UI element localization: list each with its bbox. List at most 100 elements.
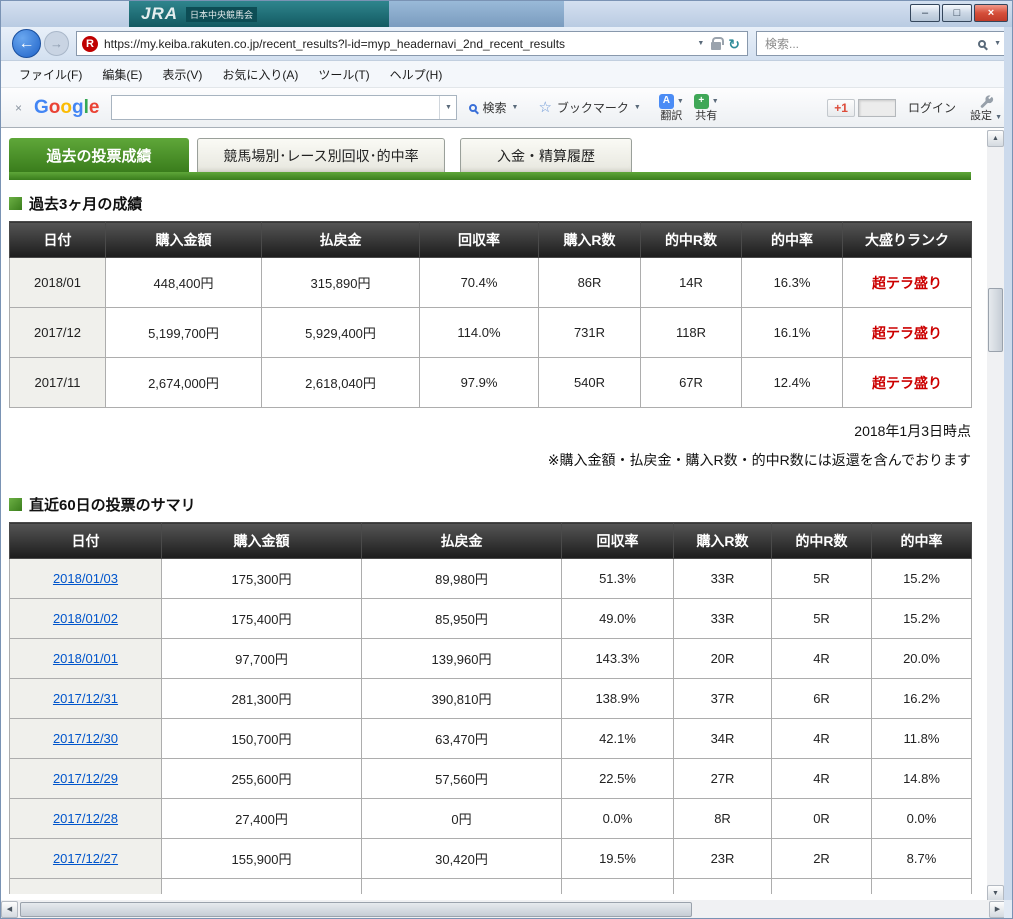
date-link[interactable]: 2017/12/31 [53,691,118,706]
date-link[interactable]: 2018/01/01 [53,651,118,666]
value-cell: 14R [640,257,742,308]
date-cell: 2017/12/31 [9,678,162,719]
search-dropdown-icon[interactable]: ▼ [994,40,1001,47]
rakuten-favicon: R [82,35,98,52]
menu-item-0[interactable]: ファイル(F) [19,66,82,83]
search-icon [469,103,478,112]
vertical-scrollbar-thumb[interactable] [988,288,1003,352]
plus-one-widget[interactable]: +1 [827,98,896,117]
value-cell: 42.1% [561,718,674,759]
value-cell: 27,400円 [161,798,362,839]
table-row: 2018/01 448,400円 315,890円 70.4% 86R 14R 16.3% 超… [9,257,972,308]
search-icon[interactable] [978,39,987,48]
value-cell: 51.3% [561,558,674,599]
value-cell: 139,960円 [361,638,562,679]
date-link[interactable]: 2017/12/29 [53,771,118,786]
toolbar-search-input[interactable]: ▼ [111,95,458,120]
rank-cell: 超テラ盛り [842,357,972,408]
rank-cell: 超テラ盛り [842,257,972,308]
menu-item-1[interactable]: 編集(E) [102,66,142,83]
bookmark-star-icon: ☆ [538,99,552,116]
background-page-tab [389,1,564,27]
menu-item-3[interactable]: お気に入り(A) [222,66,298,83]
url-text[interactable]: https://my.keiba.rakuten.co.jp/recent_re… [104,37,690,51]
bookmarks-button[interactable]: ☆ ブックマーク ▼ [530,94,648,122]
settings-button[interactable]: 設定 ▼ [970,94,1002,122]
date-link[interactable]: 2017/12/30 [53,731,118,746]
translate-button[interactable]: A ▼ 翻訳 [658,93,684,122]
value-cell: 390,810円 [361,678,562,719]
table-row: 2018/01/02 175,400円 85,950円 49.0% 33R 5R 15.2% [9,598,972,639]
refresh-icon[interactable]: ↻ [728,37,740,51]
accent-bar [9,172,971,180]
tab-0[interactable]: 過去の投票成績 [9,138,189,172]
toolbar-close-icon[interactable]: × [15,101,22,115]
table-row: 2017/12/27 155,900円 30,420円 19.5% 23R 2R 8.7% [9,838,972,879]
column-header: 購入金額 [105,221,262,258]
value-cell: 4R [771,638,872,679]
date-cell: 2018/01/02 [9,598,162,639]
date-cell: 2017/12 [9,307,106,358]
chevron-down-icon: ▼ [633,104,641,111]
value-cell: 11.8% [871,718,972,759]
scroll-left-button[interactable]: ◀ [1,900,18,918]
horizontal-scrollbar-thumb[interactable] [20,901,692,917]
value-cell: 4R [771,718,872,759]
share-button[interactable]: + ▼ 共有 [693,93,719,122]
forward-button[interactable]: → [44,31,69,56]
date-link[interactable]: 2017/12/28 [53,811,118,826]
value-cell: 30,420円 [361,838,562,879]
menu-item-2[interactable]: 表示(V) [162,66,202,83]
login-link[interactable]: ログイン [908,99,956,116]
input-dropdown-icon[interactable]: ▼ [439,96,456,119]
date-cell: 2018/01/01 [9,638,162,679]
table-cell [9,878,162,894]
tab-2[interactable]: 入金・精算履歴 [460,138,632,172]
menu-item-5[interactable]: ヘルプ(H) [390,66,443,83]
green-bullet-icon [9,197,22,210]
share-label: 共有 [695,109,718,122]
value-cell: 5R [771,558,872,599]
menu-item-4[interactable]: ツール(T) [318,66,369,83]
value-cell: 2,674,000円 [105,357,262,408]
date-cell: 2018/01 [9,257,106,308]
value-cell: 175,400円 [161,598,362,639]
value-cell: 27R [673,758,772,799]
scroll-up-button[interactable]: ▲ [987,130,1004,147]
value-cell: 175,300円 [161,558,362,599]
date-link[interactable]: 2018/01/02 [53,611,118,626]
date-link[interactable]: 2017/12/27 [53,851,118,866]
minimize-button[interactable]: – [910,4,940,22]
value-cell: 63,470円 [361,718,562,759]
wrench-icon [980,94,993,108]
date-cell: 2018/01/03 [9,558,162,599]
date-link[interactable]: 2018/01/03 [53,571,118,586]
google-logo: Google [34,96,100,118]
address-bar[interactable]: R https://my.keiba.rakuten.co.jp/recent_… [76,31,748,56]
browser-search-box[interactable]: 検索... ▼ [756,31,1008,56]
column-header: 日付 [9,221,106,258]
address-dropdown-icon[interactable]: ▼ [697,40,704,47]
date-cell: 2017/12/29 [9,758,162,799]
value-cell: 0.0% [871,798,972,839]
tab-1[interactable]: 競馬場別･レース別回収･的中率 [197,138,445,172]
maximize-button[interactable]: □ [942,4,972,22]
horizontal-scrollbar[interactable]: ◀ ▶ [1,900,1006,918]
scrollbar-corner [1004,900,1012,918]
value-cell: 16.2% [871,678,972,719]
vertical-scrollbar[interactable]: ▲ ▼ [987,130,1004,902]
title-bar: JRA 日本中央競馬会 – □ × [1,1,1012,27]
value-cell: 0.0% [561,798,674,839]
plus-one-button[interactable]: +1 [827,98,855,117]
chevron-down-icon: ▼ [676,97,684,105]
column-header: 購入R数 [538,221,641,258]
browser-window: JRA 日本中央競馬会 – □ × ← → R https://my.keiba… [0,0,1013,919]
back-button[interactable]: ← [12,29,41,58]
column-header: 日付 [9,522,162,559]
value-cell: 5,929,400円 [261,307,420,358]
close-button[interactable]: × [974,4,1008,22]
column-header: 大盛りランク [842,221,972,258]
toolbar-search-button[interactable]: 検索 ▼ [461,94,526,122]
table-cell [361,878,562,894]
value-cell: 448,400円 [105,257,262,308]
